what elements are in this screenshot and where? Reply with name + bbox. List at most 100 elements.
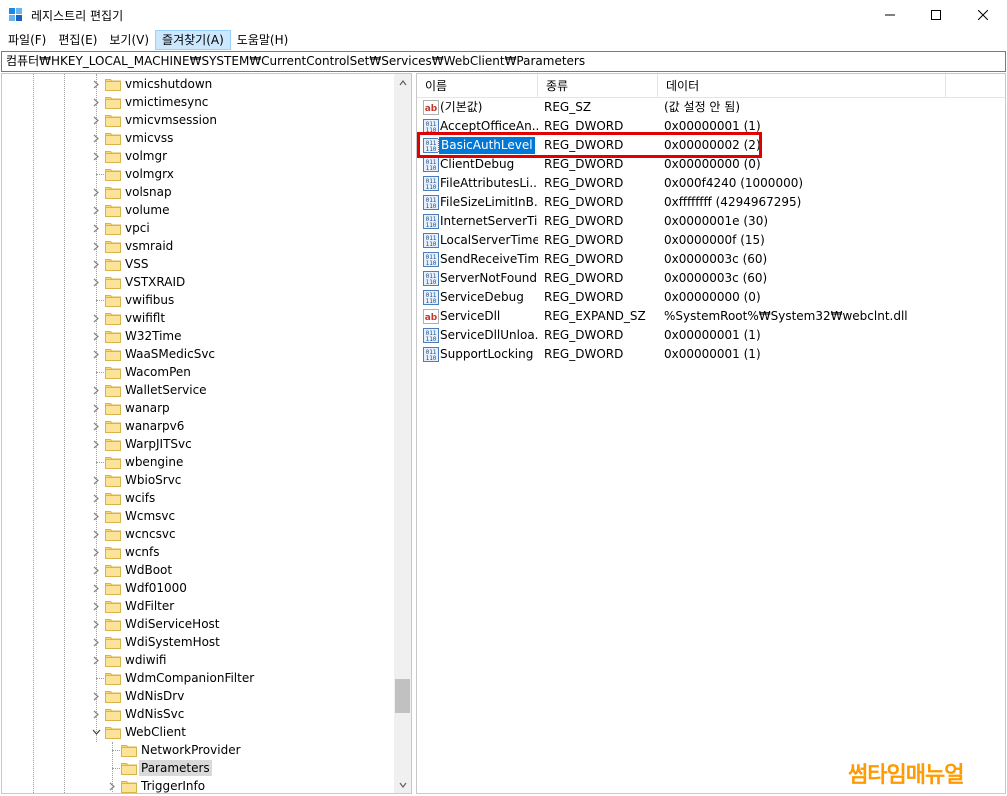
chevron-right-icon[interactable] xyxy=(91,75,101,93)
tree-item[interactable]: vmicshutdown xyxy=(2,75,394,93)
chevron-right-icon[interactable] xyxy=(91,129,101,147)
tree-item[interactable]: vwifibus xyxy=(2,291,394,309)
chevron-right-icon[interactable] xyxy=(91,147,101,165)
chevron-right-icon[interactable] xyxy=(91,489,101,507)
tree-item-label[interactable]: WdFilter xyxy=(123,598,176,614)
tree-item-label[interactable]: vmicvmsession xyxy=(123,112,219,128)
tree-item[interactable]: VSS xyxy=(2,255,394,273)
list-item[interactable]: 011 110 InternetServerTi... REG_DWORD 0x0000… xyxy=(417,212,1005,231)
chevron-right-icon[interactable] xyxy=(91,597,101,615)
tree-item-label[interactable]: vmicvss xyxy=(123,130,175,146)
list-item[interactable]: 011 110 ServiceDebug REG_DWORD 0x00000000 (0… xyxy=(417,288,1005,307)
value-name[interactable]: FileSizeLimitInB... xyxy=(440,194,538,211)
tree-item-label[interactable]: VSS xyxy=(123,256,150,272)
value-name[interactable]: SendReceiveTim... xyxy=(440,251,538,268)
tree-item[interactable]: vwififlt xyxy=(2,309,394,327)
chevron-right-icon[interactable] xyxy=(91,237,101,255)
column-header-data[interactable]: 데이터 xyxy=(658,74,946,98)
value-name[interactable]: InternetServerTi... xyxy=(440,213,538,230)
tree-item-label[interactable]: Wdf01000 xyxy=(123,580,189,596)
tree-item[interactable]: vmicvss xyxy=(2,129,394,147)
chevron-right-icon[interactable] xyxy=(91,201,101,219)
tree-item-label[interactable]: TriggerInfo xyxy=(139,778,207,793)
scroll-up-arrow-icon[interactable] xyxy=(394,74,411,91)
tree-item-label[interactable]: WaaSMedicSvc xyxy=(123,346,217,362)
tree-item-label[interactable]: wbengine xyxy=(123,454,185,470)
value-name[interactable]: (기본값) xyxy=(440,99,538,116)
maximize-button[interactable] xyxy=(913,0,959,30)
tree-item-label[interactable]: WdmCompanionFilter xyxy=(123,670,256,686)
tree-item-label[interactable]: WdiSystemHost xyxy=(123,634,222,650)
tree-item[interactable]: Wcmsvc xyxy=(2,507,394,525)
value-name[interactable]: SupportLocking xyxy=(440,346,538,363)
menu-help[interactable]: 도움말(H) xyxy=(231,30,295,50)
menu-edit[interactable]: 편집(E) xyxy=(52,30,103,50)
chevron-right-icon[interactable] xyxy=(91,345,101,363)
tree-scroll-thumb[interactable] xyxy=(395,679,410,713)
tree-item[interactable]: WdFilter xyxy=(2,597,394,615)
tree-item[interactable]: volmgrx xyxy=(2,165,394,183)
tree-scrollbar[interactable] xyxy=(394,74,411,793)
tree-item-label[interactable]: WebClient xyxy=(123,724,188,740)
tree-item[interactable]: WdNisDrv xyxy=(2,687,394,705)
tree-item-label[interactable]: WarpJITSvc xyxy=(123,436,194,452)
tree-item-label[interactable]: vmictimesync xyxy=(123,94,210,110)
chevron-right-icon[interactable] xyxy=(91,687,101,705)
tree-item[interactable]: W32Time xyxy=(2,327,394,345)
list-item[interactable]: 011 110 FileAttributesLi... REG_DWORD 0x000f… xyxy=(417,174,1005,193)
tree-item-label[interactable]: WdBoot xyxy=(123,562,174,578)
tree-item-label[interactable]: wcncsvc xyxy=(123,526,178,542)
tree-item[interactable]: WdmCompanionFilter xyxy=(2,669,394,687)
tree-item-label[interactable]: wcifs xyxy=(123,490,157,506)
chevron-right-icon[interactable] xyxy=(91,255,101,273)
value-name[interactable]: ClientDebug xyxy=(440,156,538,173)
tree-item[interactable]: WacomPen xyxy=(2,363,394,381)
chevron-right-icon[interactable] xyxy=(91,507,101,525)
menu-favorites[interactable]: 즐겨찾기(A) xyxy=(155,30,231,50)
tree-item[interactable]: WarpJITSvc xyxy=(2,435,394,453)
tree-item-label[interactable]: NetworkProvider xyxy=(139,742,243,758)
tree-item[interactable]: vpci xyxy=(2,219,394,237)
scroll-down-arrow-icon[interactable] xyxy=(394,776,411,793)
tree-item[interactable]: wcnfs xyxy=(2,543,394,561)
tree-item-label[interactable]: volsnap xyxy=(123,184,174,200)
tree-item-label[interactable]: vwififlt xyxy=(123,310,167,326)
tree-item[interactable]: WdiServiceHost xyxy=(2,615,394,633)
tree-item-label[interactable]: WdNisDrv xyxy=(123,688,186,704)
tree-item[interactable]: Wdf01000 xyxy=(2,579,394,597)
chevron-right-icon[interactable] xyxy=(91,651,101,669)
chevron-right-icon[interactable] xyxy=(91,705,101,723)
list-item[interactable]: ab (기본값) REG_SZ (값 설정 안 됨) xyxy=(417,98,1005,117)
tree-item[interactable]: wbengine xyxy=(2,453,394,471)
chevron-right-icon[interactable] xyxy=(91,435,101,453)
tree-item[interactable]: volmgr xyxy=(2,147,394,165)
address-bar[interactable]: 컴퓨터₩HKEY_LOCAL_MACHINE₩SYSTEM₩CurrentCon… xyxy=(1,51,1006,72)
list-item[interactable]: 011 110 FileSizeLimitInB... REG_DWORD 0xffff… xyxy=(417,193,1005,212)
chevron-right-icon[interactable] xyxy=(91,543,101,561)
list-item[interactable]: 011110SendReceiveTim... REG_DWORD 0x000000… xyxy=(417,250,1005,269)
value-name[interactable]: LocalServerTime... xyxy=(440,232,538,249)
tree-item[interactable]: vmictimesync xyxy=(2,93,394,111)
tree-item-label[interactable]: WdNisSvc xyxy=(123,706,186,722)
close-button[interactable] xyxy=(960,0,1006,30)
tree-item-label[interactable]: wcnfs xyxy=(123,544,162,560)
chevron-right-icon[interactable] xyxy=(91,183,101,201)
chevron-right-icon[interactable] xyxy=(91,111,101,129)
value-name[interactable]: ServiceDebug xyxy=(440,289,538,306)
tree-item-label[interactable]: volume xyxy=(123,202,171,218)
tree-item-label[interactable]: vpci xyxy=(123,220,152,236)
list-item[interactable]: ab ServiceDll REG_EXPAND_SZ %SystemRoot%₩Sy… xyxy=(417,307,1005,326)
tree-item-label[interactable]: WacomPen xyxy=(123,364,193,380)
tree-item[interactable]: WbioSrvc xyxy=(2,471,394,489)
chevron-right-icon[interactable] xyxy=(91,417,101,435)
tree-item[interactable]: VSTXRAID xyxy=(2,273,394,291)
menu-view[interactable]: 보기(V) xyxy=(103,30,155,50)
tree-item-label[interactable]: W32Time xyxy=(123,328,184,344)
tree-item[interactable]: wcifs xyxy=(2,489,394,507)
tree-item[interactable]: WalletService xyxy=(2,381,394,399)
chevron-right-icon[interactable] xyxy=(91,93,101,111)
tree-item-label[interactable]: wanarp xyxy=(123,400,172,416)
chevron-right-icon[interactable] xyxy=(91,633,101,651)
tree-item[interactable]: NetworkProvider xyxy=(2,741,394,759)
tree-item[interactable]: WdiSystemHost xyxy=(2,633,394,651)
